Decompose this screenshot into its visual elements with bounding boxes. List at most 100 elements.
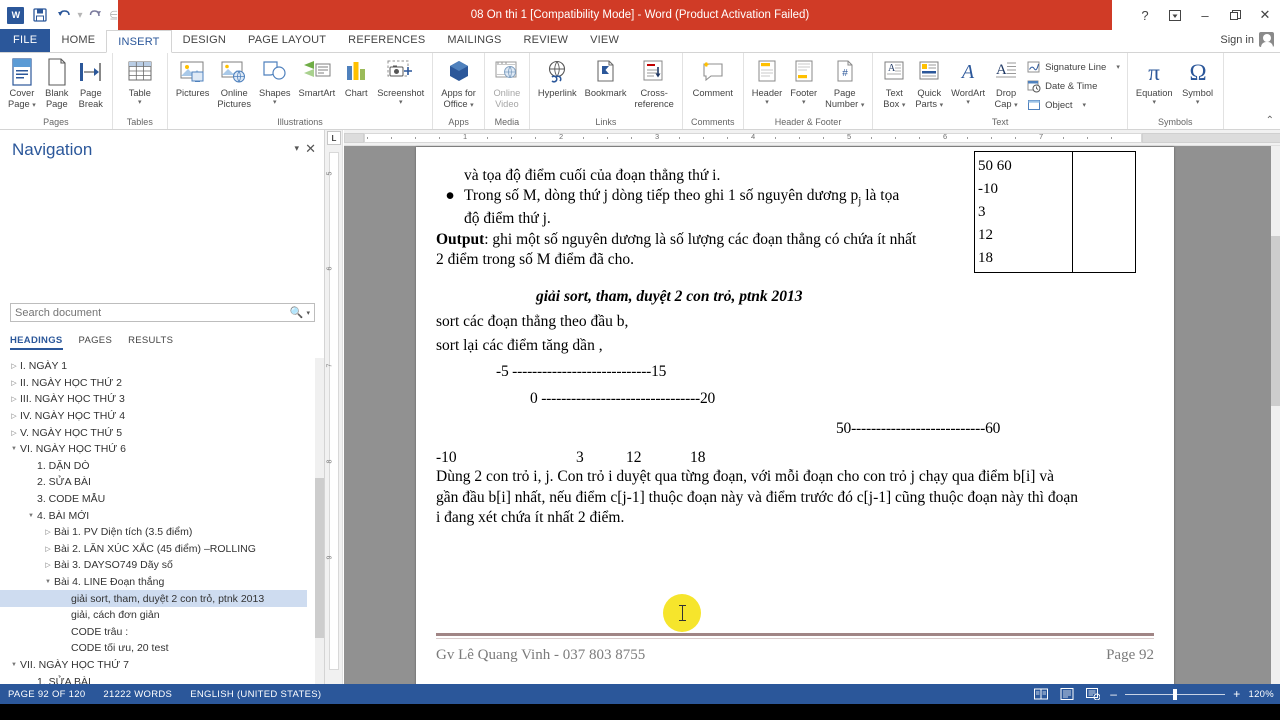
chevron-right-icon[interactable]: ▷ (42, 528, 54, 536)
document-solution-block[interactable]: giải sort, tham, duyệt 2 con trỏ, ptnk 2… (436, 287, 1154, 470)
avatar[interactable] (1259, 32, 1274, 47)
nav-heading-item[interactable]: ▷ IV. NGÀY HỌC THỨ 4 (0, 408, 325, 425)
shapes-caret-icon[interactable]: ▾ (273, 99, 277, 106)
close-button[interactable]: ✕ (1250, 0, 1280, 30)
ribbon-display-options-button[interactable] (1160, 0, 1190, 30)
nav-heading-item[interactable]: ▷ Bài 3. DAYSO749 Dãy số (0, 557, 325, 574)
nav-heading-item[interactable]: 2. SỬA BÀI (0, 474, 325, 491)
sign-in-label[interactable]: Sign in (1220, 34, 1254, 46)
bookmark-button[interactable]: Bookmark (581, 56, 631, 99)
help-button[interactable]: ? (1130, 0, 1160, 30)
chevron-right-icon[interactable]: ▷ (42, 561, 54, 569)
zoom-level-label[interactable]: 120% (1249, 689, 1275, 700)
tab-home[interactable]: HOME (50, 29, 106, 52)
blank-page-button[interactable]: Blank Page (40, 56, 74, 109)
tab-review[interactable]: REVIEW (513, 29, 580, 52)
sign-in-area[interactable]: Sign in (1220, 32, 1274, 47)
chevron-down-icon[interactable]: ▼ (8, 446, 20, 452)
tab-references[interactable]: REFERENCES (337, 29, 436, 52)
apps-for-office-button[interactable]: Apps for Office ▾ (437, 56, 480, 109)
minimize-button[interactable]: – (1190, 0, 1220, 30)
print-layout-icon[interactable] (1058, 686, 1076, 702)
screenshot-caret-icon[interactable]: ▾ (399, 99, 403, 106)
nav-heading-item[interactable]: ▷ Bài 2. LĂN XÚC XẮC (45 điểm) –ROLLING (0, 541, 325, 558)
tab-insert[interactable]: INSERT (106, 30, 172, 53)
drop-cap-button[interactable]: A Drop Cap ▾ (989, 56, 1023, 109)
chevron-right-icon[interactable]: ▷ (8, 395, 20, 403)
chevron-right-icon[interactable]: ▷ (8, 379, 20, 387)
nav-heading-item[interactable]: ▼ VII. NGÀY HỌC THỨ 7 (0, 657, 325, 674)
hyperlink-button[interactable]: Hyperlink (534, 56, 581, 99)
footer-button[interactable]: Footer ▾ (786, 56, 821, 106)
chevron-down-icon[interactable]: ▼ (42, 579, 54, 585)
header-button[interactable]: Header ▾ (748, 56, 787, 106)
nav-heading-item[interactable]: ▷ V. NGÀY HỌC THỨ 5 (0, 424, 325, 441)
tab-view[interactable]: VIEW (579, 29, 630, 52)
navigation-scrollbar[interactable] (315, 358, 324, 720)
zoom-slider-thumb[interactable] (1173, 688, 1178, 700)
tab-selector-button[interactable]: L (327, 131, 341, 145)
smartart-button[interactable]: SmartArt (295, 56, 340, 99)
document-table[interactable]: 50 60 -10 3 12 18 (974, 151, 1136, 273)
equation-button[interactable]: π Equation ▾ (1132, 56, 1177, 106)
nav-tab-results[interactable]: RESULTS (128, 335, 173, 350)
search-options-caret-icon[interactable]: ▾ (306, 309, 314, 317)
collapse-ribbon-button[interactable]: ⌃ (1266, 115, 1274, 126)
tab-mailings[interactable]: MAILINGS (436, 29, 512, 52)
quick-parts-button[interactable]: Quick Parts ▾ (911, 56, 947, 109)
navigation-dropdown-icon[interactable]: ▾ (294, 143, 299, 154)
footer-caret-icon[interactable]: ▾ (802, 99, 806, 106)
nav-heading-item[interactable]: 3. CODE MẪU (0, 491, 325, 508)
horizontal-ruler[interactable]: 1 2 3 4 5 6 7 (344, 130, 1280, 146)
online-video-button[interactable]: Online Video (489, 56, 525, 109)
nav-heading-item[interactable]: ▼ VI. NGÀY HỌC THỨ 6 (0, 441, 325, 458)
nav-heading-item[interactable]: CODE trâu : (0, 624, 325, 641)
navigation-scroll-thumb[interactable] (315, 478, 324, 638)
shapes-button[interactable]: Shapes ▾ (255, 56, 295, 106)
zoom-in-button[interactable]: + (1233, 688, 1240, 700)
status-words[interactable]: 21222 WORDS (103, 689, 172, 700)
navigation-headings-list[interactable]: ▷ I. NGÀY 1 ▷ II. NGÀY HỌC THỨ 2 ▷ III. NGÀY … (0, 358, 325, 720)
online-pictures-button[interactable]: Online Pictures (213, 56, 255, 109)
chevron-right-icon[interactable]: ▷ (8, 412, 20, 420)
symbol-button[interactable]: Ω Symbol ▾ (1177, 56, 1219, 106)
object-caret-icon[interactable]: ▾ (1083, 102, 1087, 109)
nav-heading-item[interactable]: CODE tối ưu, 20 test (0, 640, 325, 657)
header-caret-icon[interactable]: ▾ (765, 99, 769, 106)
nav-heading-item[interactable]: ▼ 4. BÀI MỚI (0, 507, 325, 524)
date-and-time-button[interactable]: Date & Time (1023, 77, 1123, 96)
status-language[interactable]: ENGLISH (UNITED STATES) (190, 689, 321, 700)
web-layout-icon[interactable] (1084, 686, 1102, 702)
page-break-button[interactable]: Page Break (74, 56, 108, 109)
symbol-caret-icon[interactable]: ▾ (1196, 99, 1200, 106)
document-scroll-thumb[interactable] (1271, 236, 1280, 406)
table-caret-icon[interactable]: ▾ (138, 99, 142, 106)
nav-heading-item[interactable]: giải sort, tham, duyệt 2 con trỏ, ptnk 2… (0, 590, 307, 607)
equation-caret-icon[interactable]: ▾ (1152, 99, 1156, 106)
nav-heading-item[interactable]: ▷ III. NGÀY HỌC THỨ 3 (0, 391, 325, 408)
tab-design[interactable]: DESIGN (172, 29, 237, 52)
wordart-button[interactable]: A WordArt ▾ (947, 56, 989, 106)
signature-line-button[interactable]: Signature Line ▾ (1023, 58, 1123, 77)
nav-tab-pages[interactable]: PAGES (79, 335, 113, 350)
chevron-right-icon[interactable]: ▷ (42, 545, 54, 553)
search-input-wrapper[interactable]: 🔍 ▾ (10, 303, 315, 322)
tab-file[interactable]: FILE (0, 29, 51, 52)
chevron-right-icon[interactable]: ▷ (8, 362, 20, 370)
nav-heading-item[interactable]: ▷ Bài 1. PV Diện tích (3.5 điểm) (0, 524, 325, 541)
document-scrollbar[interactable] (1271, 146, 1280, 688)
nav-heading-item[interactable]: ▼ Bài 4. LINE Đoạn thắng (0, 574, 325, 591)
read-mode-icon[interactable] (1032, 686, 1050, 702)
comment-button[interactable]: Comment (687, 56, 739, 99)
chevron-down-icon[interactable]: ▼ (25, 513, 37, 519)
cross-reference-button[interactable]: Cross-reference (631, 56, 678, 109)
cover-page-button[interactable]: Cover Page ▾ (4, 56, 40, 109)
object-button[interactable]: Object ▾ (1023, 96, 1123, 115)
document-body-text[interactable]: và tọa độ điểm cuối của đoạn thẳng thứ i… (436, 147, 996, 271)
nav-heading-item[interactable]: ▷ I. NGÀY 1 (0, 358, 325, 375)
restore-button[interactable] (1220, 0, 1250, 30)
table-button[interactable]: Table ▾ (117, 56, 163, 106)
pictures-button[interactable]: Pictures (172, 56, 214, 99)
nav-heading-item[interactable]: giải, cách đơn giản (0, 607, 325, 624)
document-page[interactable]: và tọa độ điểm cuối của đoạn thẳng thứ i… (416, 147, 1174, 688)
